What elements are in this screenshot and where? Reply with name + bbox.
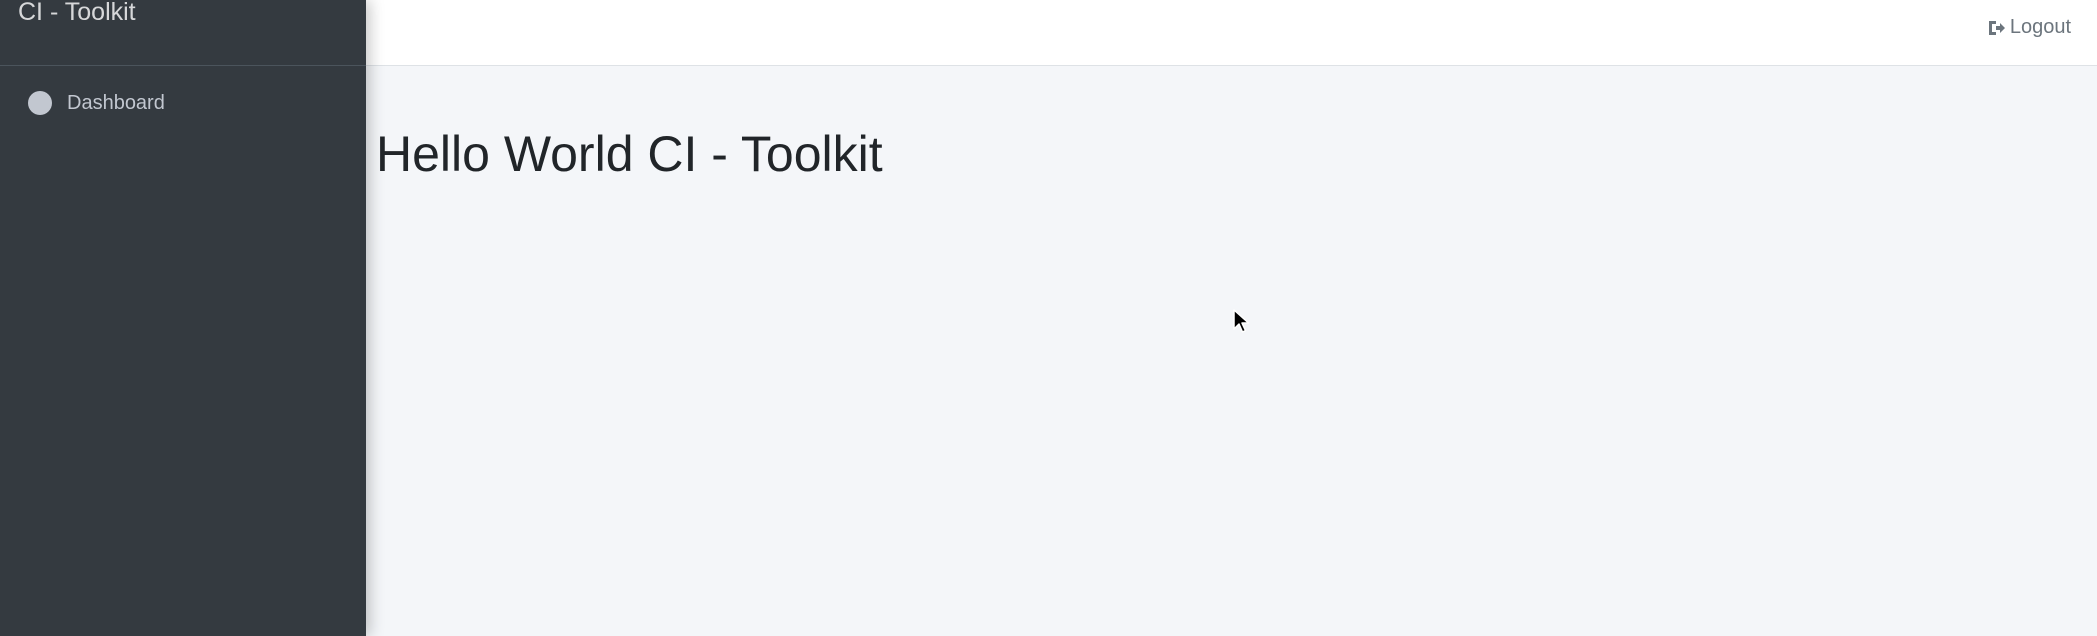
sidebar: CI - Toolkit Dashboard xyxy=(0,0,366,636)
page-title: Hello World CI - Toolkit xyxy=(376,126,883,182)
sidebar-item-label: Dashboard xyxy=(67,92,165,114)
brand-link[interactable]: CI - Toolkit xyxy=(0,0,366,66)
top-navbar: Logout xyxy=(366,0,2097,66)
sidebar-item-dashboard[interactable]: Dashboard xyxy=(28,89,165,117)
brand-text: CI - Toolkit xyxy=(18,0,136,26)
mouse-cursor-icon xyxy=(1233,309,1250,333)
logout-button[interactable]: Logout xyxy=(1986,16,2071,39)
logout-label: Logout xyxy=(2009,16,2071,38)
sign-out-icon xyxy=(1988,20,2005,35)
content-wrapper: Hello World CI - Toolkit xyxy=(366,66,2097,636)
circle-icon xyxy=(28,91,52,115)
